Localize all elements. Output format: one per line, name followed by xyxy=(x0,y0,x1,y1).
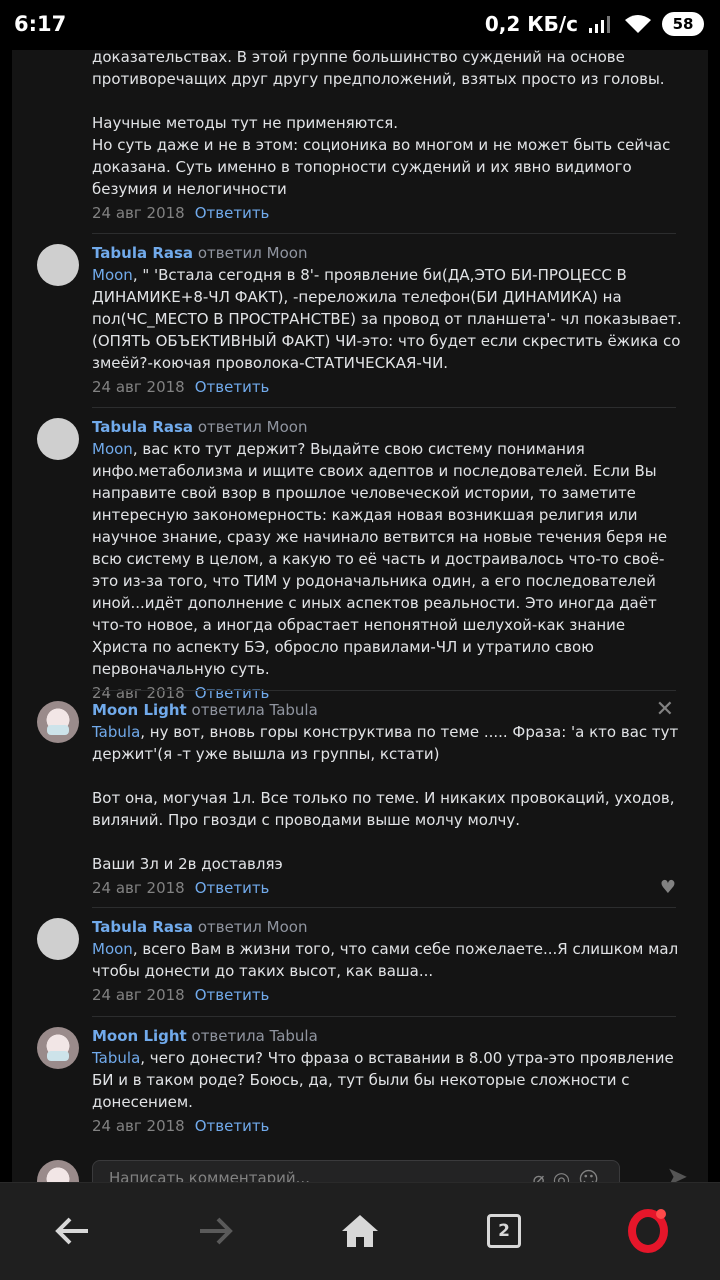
reply-link[interactable]: Ответить xyxy=(195,1117,270,1135)
comment-text: Moon, вас кто тут держит? Выдайте свою с… xyxy=(92,440,668,678)
comment-meta: 24 авг 2018 Ответить xyxy=(92,376,682,398)
comment-date: 24 авг 2018 xyxy=(92,986,185,1004)
comment-meta: 24 авг 2018 Ответить xyxy=(92,1115,682,1137)
home-icon xyxy=(342,1215,378,1247)
comment-meta: 24 авг 2018 Ответить xyxy=(92,877,682,899)
mention-link[interactable]: Moon xyxy=(92,940,133,958)
attach-icon[interactable]: ⌀ xyxy=(533,1167,553,1182)
comment-text: Moon, всего Вам в жизни того, что сами с… xyxy=(92,940,679,980)
comment-input[interactable]: Написать комментарий... ⌀◎☺ xyxy=(92,1160,620,1182)
heart-icon[interactable]: ♥ xyxy=(660,877,676,898)
reply-link[interactable]: Ответить xyxy=(195,879,270,897)
arrow-left-icon xyxy=(55,1217,88,1245)
reply-action: ответил Moon xyxy=(197,244,308,262)
reply-action: ответил Moon xyxy=(197,418,308,436)
status-time: 6:17 xyxy=(14,12,67,36)
divider xyxy=(92,233,676,234)
comment-header: Tabula Rasa ответил Moon xyxy=(92,242,682,264)
attach-icons[interactable]: ⌀◎☺ xyxy=(533,1167,607,1182)
comment-header: Tabula Rasa ответил Moon xyxy=(92,416,682,438)
author-name[interactable]: Moon Light xyxy=(92,701,187,719)
avatar[interactable] xyxy=(37,918,79,960)
browser-nav-bar: 2 xyxy=(0,1182,720,1280)
divider xyxy=(92,1016,676,1017)
comment-text: Tabula, ну вот, вновь горы конструктива … xyxy=(92,723,679,873)
reply-action: ответила Tabula xyxy=(191,701,318,719)
comment-header: Tabula Rasa ответил Moon xyxy=(92,916,682,938)
divider xyxy=(92,407,676,408)
comment-date: 24 авг 2018 xyxy=(92,204,185,222)
avatar[interactable] xyxy=(37,418,79,460)
reply-link[interactable]: Ответить xyxy=(195,986,270,1004)
mention-link[interactable]: Tabula xyxy=(92,723,140,741)
mention-link[interactable]: Moon xyxy=(92,266,133,284)
mention-link[interactable]: Tabula xyxy=(92,1049,140,1067)
camera-icon[interactable]: ◎ xyxy=(553,1167,578,1182)
comment-date: 24 авг 2018 xyxy=(92,378,185,396)
forward-button[interactable] xyxy=(186,1205,246,1257)
avatar[interactable] xyxy=(37,1027,79,1069)
avatar[interactable] xyxy=(37,244,79,286)
divider xyxy=(92,907,676,908)
tabs-button[interactable]: 2 xyxy=(474,1205,534,1257)
notification-dot xyxy=(656,1209,666,1219)
status-bar: 6:17 0,2 КБ/с 58 xyxy=(0,0,720,50)
tabs-count: 2 xyxy=(487,1214,521,1248)
arrow-right-icon xyxy=(200,1217,233,1245)
avatar[interactable] xyxy=(37,701,79,743)
home-button[interactable] xyxy=(330,1205,390,1257)
comment-header: Moon Light ответила Tabula xyxy=(92,1025,682,1047)
comment-date: 24 авг 2018 xyxy=(92,1117,185,1135)
divider xyxy=(92,690,676,691)
send-icon[interactable]: ➤ xyxy=(666,1162,688,1182)
avatar xyxy=(37,1160,79,1182)
reply-link[interactable]: Ответить xyxy=(195,204,270,222)
author-name[interactable]: Tabula Rasa xyxy=(92,918,193,936)
status-indicators: 0,2 КБ/с 58 xyxy=(485,12,704,36)
battery-indicator: 58 xyxy=(662,12,704,36)
comment-header: Moon Light ответила Tabula xyxy=(92,699,682,721)
comment-meta: 24 авг 2018 Ответить xyxy=(92,202,682,224)
signal-icon xyxy=(589,16,610,33)
mention-link[interactable]: Moon xyxy=(92,440,133,458)
network-speed: 0,2 КБ/с xyxy=(484,12,578,36)
author-name[interactable]: Tabula Rasa xyxy=(92,244,193,262)
reply-link[interactable]: Ответить xyxy=(195,378,270,396)
comment-input-placeholder: Написать комментарий... xyxy=(109,1169,310,1182)
back-button[interactable] xyxy=(42,1205,102,1257)
comment-text: доказательствах. В этой группе большинст… xyxy=(92,50,671,198)
comments-list: доказательствах. В этой группе большинст… xyxy=(12,50,708,1182)
author-name[interactable]: Moon Light xyxy=(92,1027,187,1045)
comment-text: Moon, " 'Встала сегодня в 8'- проявление… xyxy=(92,266,682,372)
reply-action: ответил Moon xyxy=(197,918,308,936)
wifi-icon xyxy=(625,15,651,33)
reply-action: ответила Tabula xyxy=(191,1027,318,1045)
emoji-icon[interactable]: ☺ xyxy=(578,1167,607,1182)
comment-composer: Написать комментарий... ⌀◎☺ ➤ xyxy=(12,1156,708,1182)
author-name[interactable]: Tabula Rasa xyxy=(92,418,193,436)
comment-date: 24 авг 2018 xyxy=(92,879,185,897)
comment-text: Tabula, чего донести? Что фраза о встава… xyxy=(92,1049,674,1111)
opera-logo-icon xyxy=(628,1209,668,1253)
opera-menu-button[interactable] xyxy=(618,1205,678,1257)
comment-meta: 24 авг 2018 Ответить xyxy=(92,984,682,1006)
